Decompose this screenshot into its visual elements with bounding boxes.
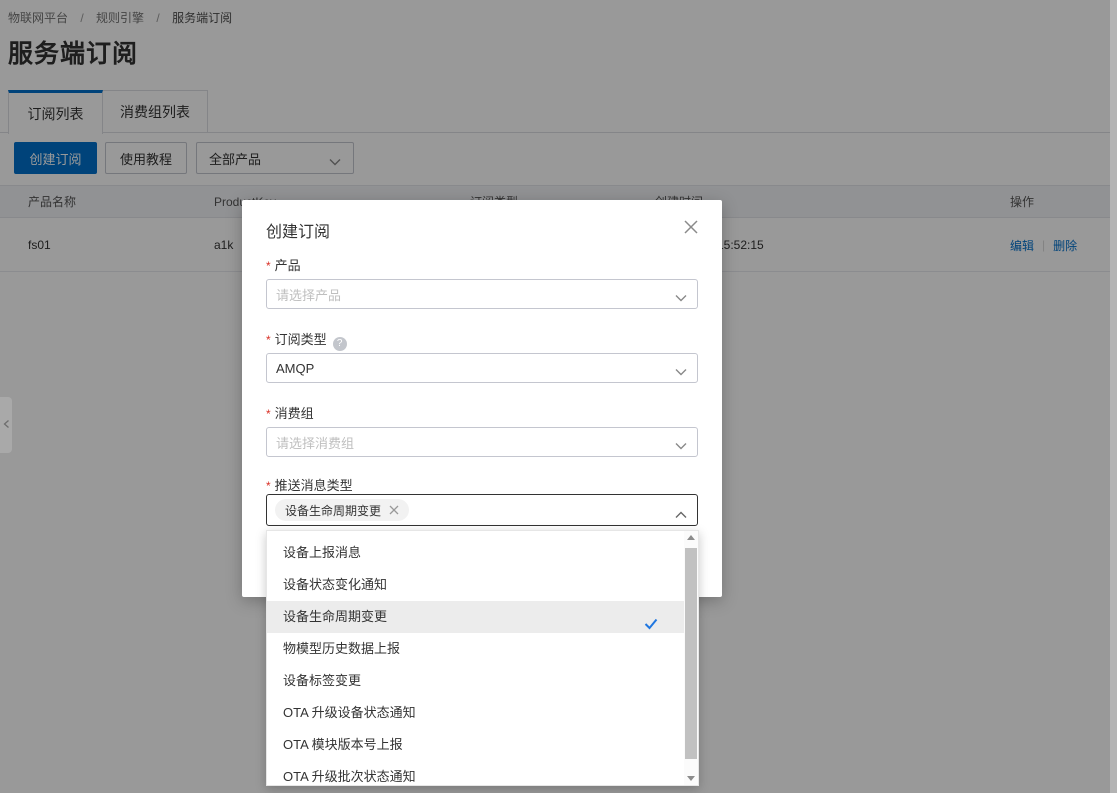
chevron-left-icon xyxy=(3,420,10,431)
dropdown-scrollbar[interactable] xyxy=(684,531,698,785)
product-field-label: *产品 xyxy=(266,255,301,274)
option-ota-batch-status[interactable]: OTA 升级批次状态通知 xyxy=(267,761,684,786)
option-thing-model-history[interactable]: 物模型历史数据上报 xyxy=(267,633,684,665)
subscription-type-value: AMQP xyxy=(276,361,314,376)
scroll-down-button[interactable] xyxy=(684,772,698,785)
chevron-down-icon xyxy=(675,364,687,379)
consumer-group-field-label: *消费组 xyxy=(266,403,314,422)
dialog-title: 创建订阅 xyxy=(266,218,330,242)
consumer-group-select-placeholder: 请选择消费组 xyxy=(276,433,354,452)
required-mark: * xyxy=(266,407,271,421)
option-device-lifecycle[interactable]: 设备生命周期变更 xyxy=(267,601,684,633)
push-message-type-field-label: *推送消息类型 xyxy=(266,475,353,494)
product-select[interactable]: 请选择产品 xyxy=(266,279,698,309)
option-device-upstream[interactable]: 设备上报消息 xyxy=(267,537,684,569)
message-type-dropdown: 设备上报消息 设备状态变化通知 设备生命周期变更 物模型历史数据上报 设备标签变… xyxy=(266,530,699,786)
triangle-down-icon xyxy=(687,776,695,781)
chevron-down-icon xyxy=(675,438,687,453)
option-device-tag-change[interactable]: 设备标签变更 xyxy=(267,665,684,697)
selected-tag: 设备生命周期变更 xyxy=(275,499,409,521)
consumer-group-select[interactable]: 请选择消费组 xyxy=(266,427,698,457)
scrollbar-thumb[interactable] xyxy=(685,548,697,759)
required-mark: * xyxy=(266,479,271,493)
remove-tag-icon[interactable] xyxy=(389,505,399,515)
scroll-up-button[interactable] xyxy=(684,531,698,544)
subscription-type-select[interactable]: AMQP xyxy=(266,353,698,383)
required-mark: * xyxy=(266,333,271,347)
collapse-panel-handle[interactable] xyxy=(0,397,12,453)
close-icon[interactable] xyxy=(682,218,700,236)
option-device-status-change[interactable]: 设备状态变化通知 xyxy=(267,569,684,601)
chevron-up-icon xyxy=(675,506,687,524)
option-ota-module-version[interactable]: OTA 模块版本号上报 xyxy=(267,729,684,761)
selected-tag-label: 设备生命周期变更 xyxy=(285,502,381,519)
product-select-placeholder: 请选择产品 xyxy=(276,285,341,304)
chevron-down-icon xyxy=(675,290,687,305)
subscription-type-field-label: *订阅类型? xyxy=(266,329,347,351)
page-scrollbar[interactable] xyxy=(1110,0,1117,793)
triangle-up-icon xyxy=(687,535,695,540)
help-icon[interactable]: ? xyxy=(333,337,347,351)
option-ota-device-status[interactable]: OTA 升级设备状态通知 xyxy=(267,697,684,729)
required-mark: * xyxy=(266,259,271,273)
push-message-type-multiselect[interactable]: 设备生命周期变更 xyxy=(266,494,698,526)
